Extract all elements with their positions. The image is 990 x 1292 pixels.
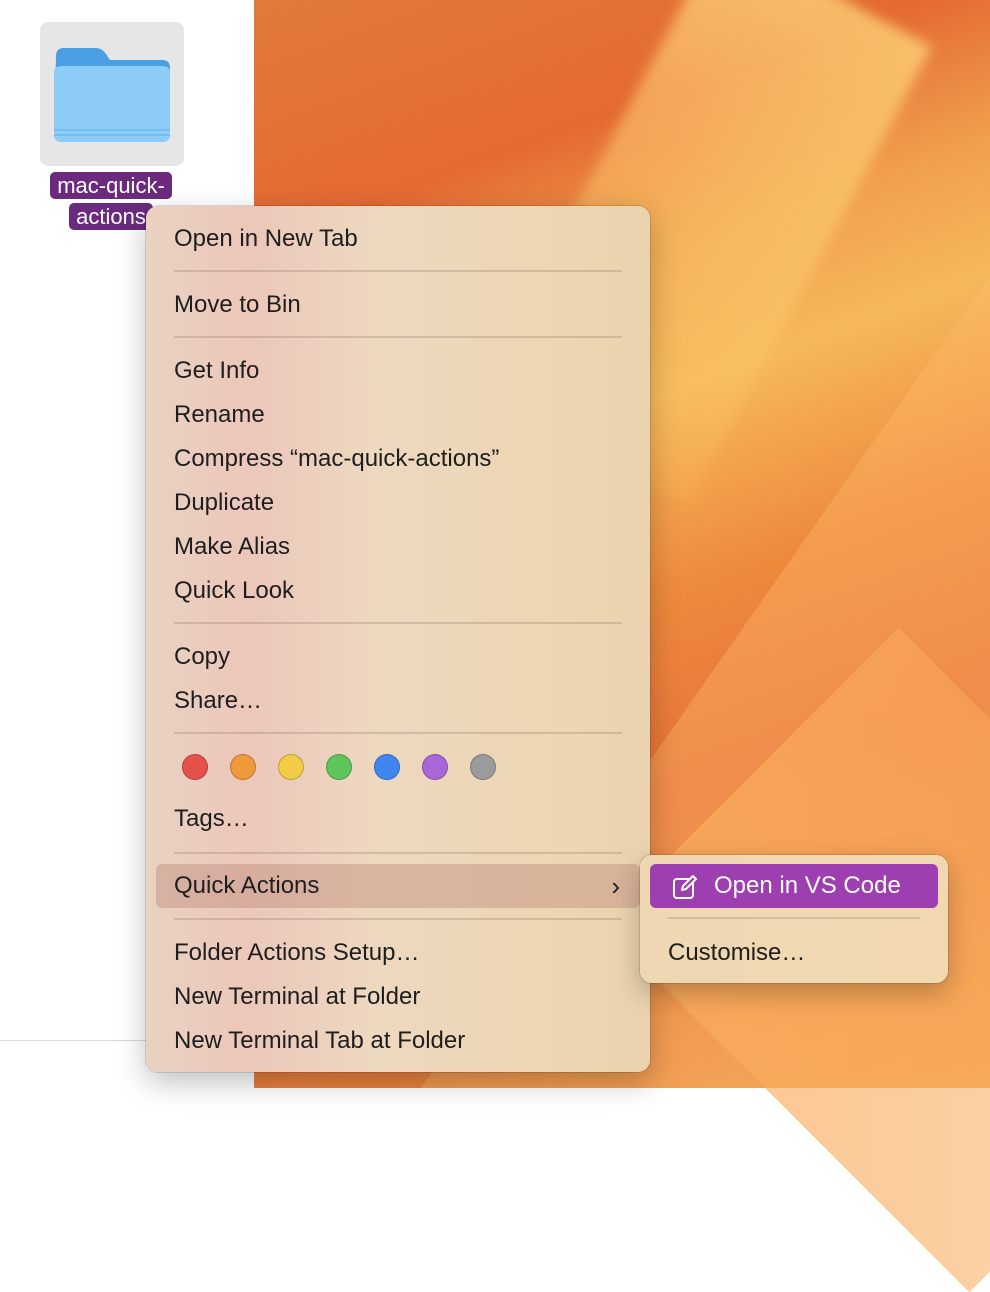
menu-item-share[interactable]: Share… xyxy=(156,679,640,723)
menu-item-tags[interactable]: Tags… xyxy=(156,797,640,841)
menu-item-label: Move to Bin xyxy=(174,291,301,318)
tag-red[interactable] xyxy=(182,754,208,780)
menu-separator xyxy=(668,917,920,919)
menu-separator xyxy=(174,336,622,338)
menu-item-quick-actions[interactable]: Quick Actions › xyxy=(156,864,640,908)
menu-item-label: Folder Actions Setup… xyxy=(174,939,420,966)
menu-item-label: New Terminal at Folder xyxy=(174,983,421,1010)
folder-icon xyxy=(54,48,170,142)
tag-orange[interactable] xyxy=(230,754,256,780)
menu-item-open-new-tab[interactable]: Open in New Tab xyxy=(156,217,640,261)
menu-separator xyxy=(174,622,622,624)
menu-item-label: Quick Actions xyxy=(174,872,320,899)
menu-item-label: Make Alias xyxy=(174,533,291,560)
tag-purple[interactable] xyxy=(422,754,448,780)
menu-separator xyxy=(174,918,622,920)
submenu-item-customise[interactable]: Customise… xyxy=(650,931,938,975)
edit-icon xyxy=(673,875,697,899)
menu-item-folder-actions-setup[interactable]: Folder Actions Setup… xyxy=(156,931,640,975)
menu-item-compress[interactable]: Compress “mac-quick-actions” xyxy=(156,437,640,481)
chevron-right-icon: › xyxy=(611,871,620,901)
menu-separator xyxy=(174,270,622,272)
tag-blue[interactable] xyxy=(374,754,400,780)
menu-item-get-info[interactable]: Get Info xyxy=(156,349,640,393)
tag-green[interactable] xyxy=(326,754,352,780)
menu-item-label: New Terminal Tab at Folder xyxy=(174,1027,466,1054)
folder-name-line1: mac-quick- xyxy=(50,172,172,199)
menu-separator xyxy=(174,732,622,734)
menu-item-label: Compress “mac-quick-actions” xyxy=(174,445,500,472)
menu-item-label: Share… xyxy=(174,687,263,714)
menu-item-copy[interactable]: Copy xyxy=(156,635,640,679)
menu-item-move-to-bin[interactable]: Move to Bin xyxy=(156,283,640,327)
menu-item-label: Rename xyxy=(174,401,265,428)
folder-name-line2: actions xyxy=(69,203,153,230)
quick-actions-submenu: Open in VS Code Customise… xyxy=(640,855,948,983)
menu-separator xyxy=(174,852,622,854)
context-menu: Open in New Tab Move to Bin Get Info Ren… xyxy=(146,206,650,1072)
submenu-item-label: Customise… xyxy=(668,939,806,966)
tag-grey[interactable] xyxy=(470,754,496,780)
menu-item-new-terminal[interactable]: New Terminal at Folder xyxy=(156,975,640,1019)
menu-item-label: Quick Look xyxy=(174,577,295,604)
menu-item-duplicate[interactable]: Duplicate xyxy=(156,481,640,525)
menu-item-quick-look[interactable]: Quick Look xyxy=(156,569,640,613)
menu-item-make-alias[interactable]: Make Alias xyxy=(156,525,640,569)
folder-item[interactable] xyxy=(40,22,184,166)
menu-item-label: Open in New Tab xyxy=(174,225,358,252)
menu-item-rename[interactable]: Rename xyxy=(156,393,640,437)
menu-item-label: Tags… xyxy=(174,805,249,832)
menu-item-label: Copy xyxy=(174,643,231,670)
menu-item-label: Duplicate xyxy=(174,489,275,516)
menu-item-new-terminal-tab[interactable]: New Terminal Tab at Folder xyxy=(156,1019,640,1063)
submenu-item-label: Open in VS Code xyxy=(714,872,901,899)
menu-item-label: Get Info xyxy=(174,357,260,384)
submenu-item-open-vscode[interactable]: Open in VS Code xyxy=(650,864,938,908)
tag-yellow[interactable] xyxy=(278,754,304,780)
